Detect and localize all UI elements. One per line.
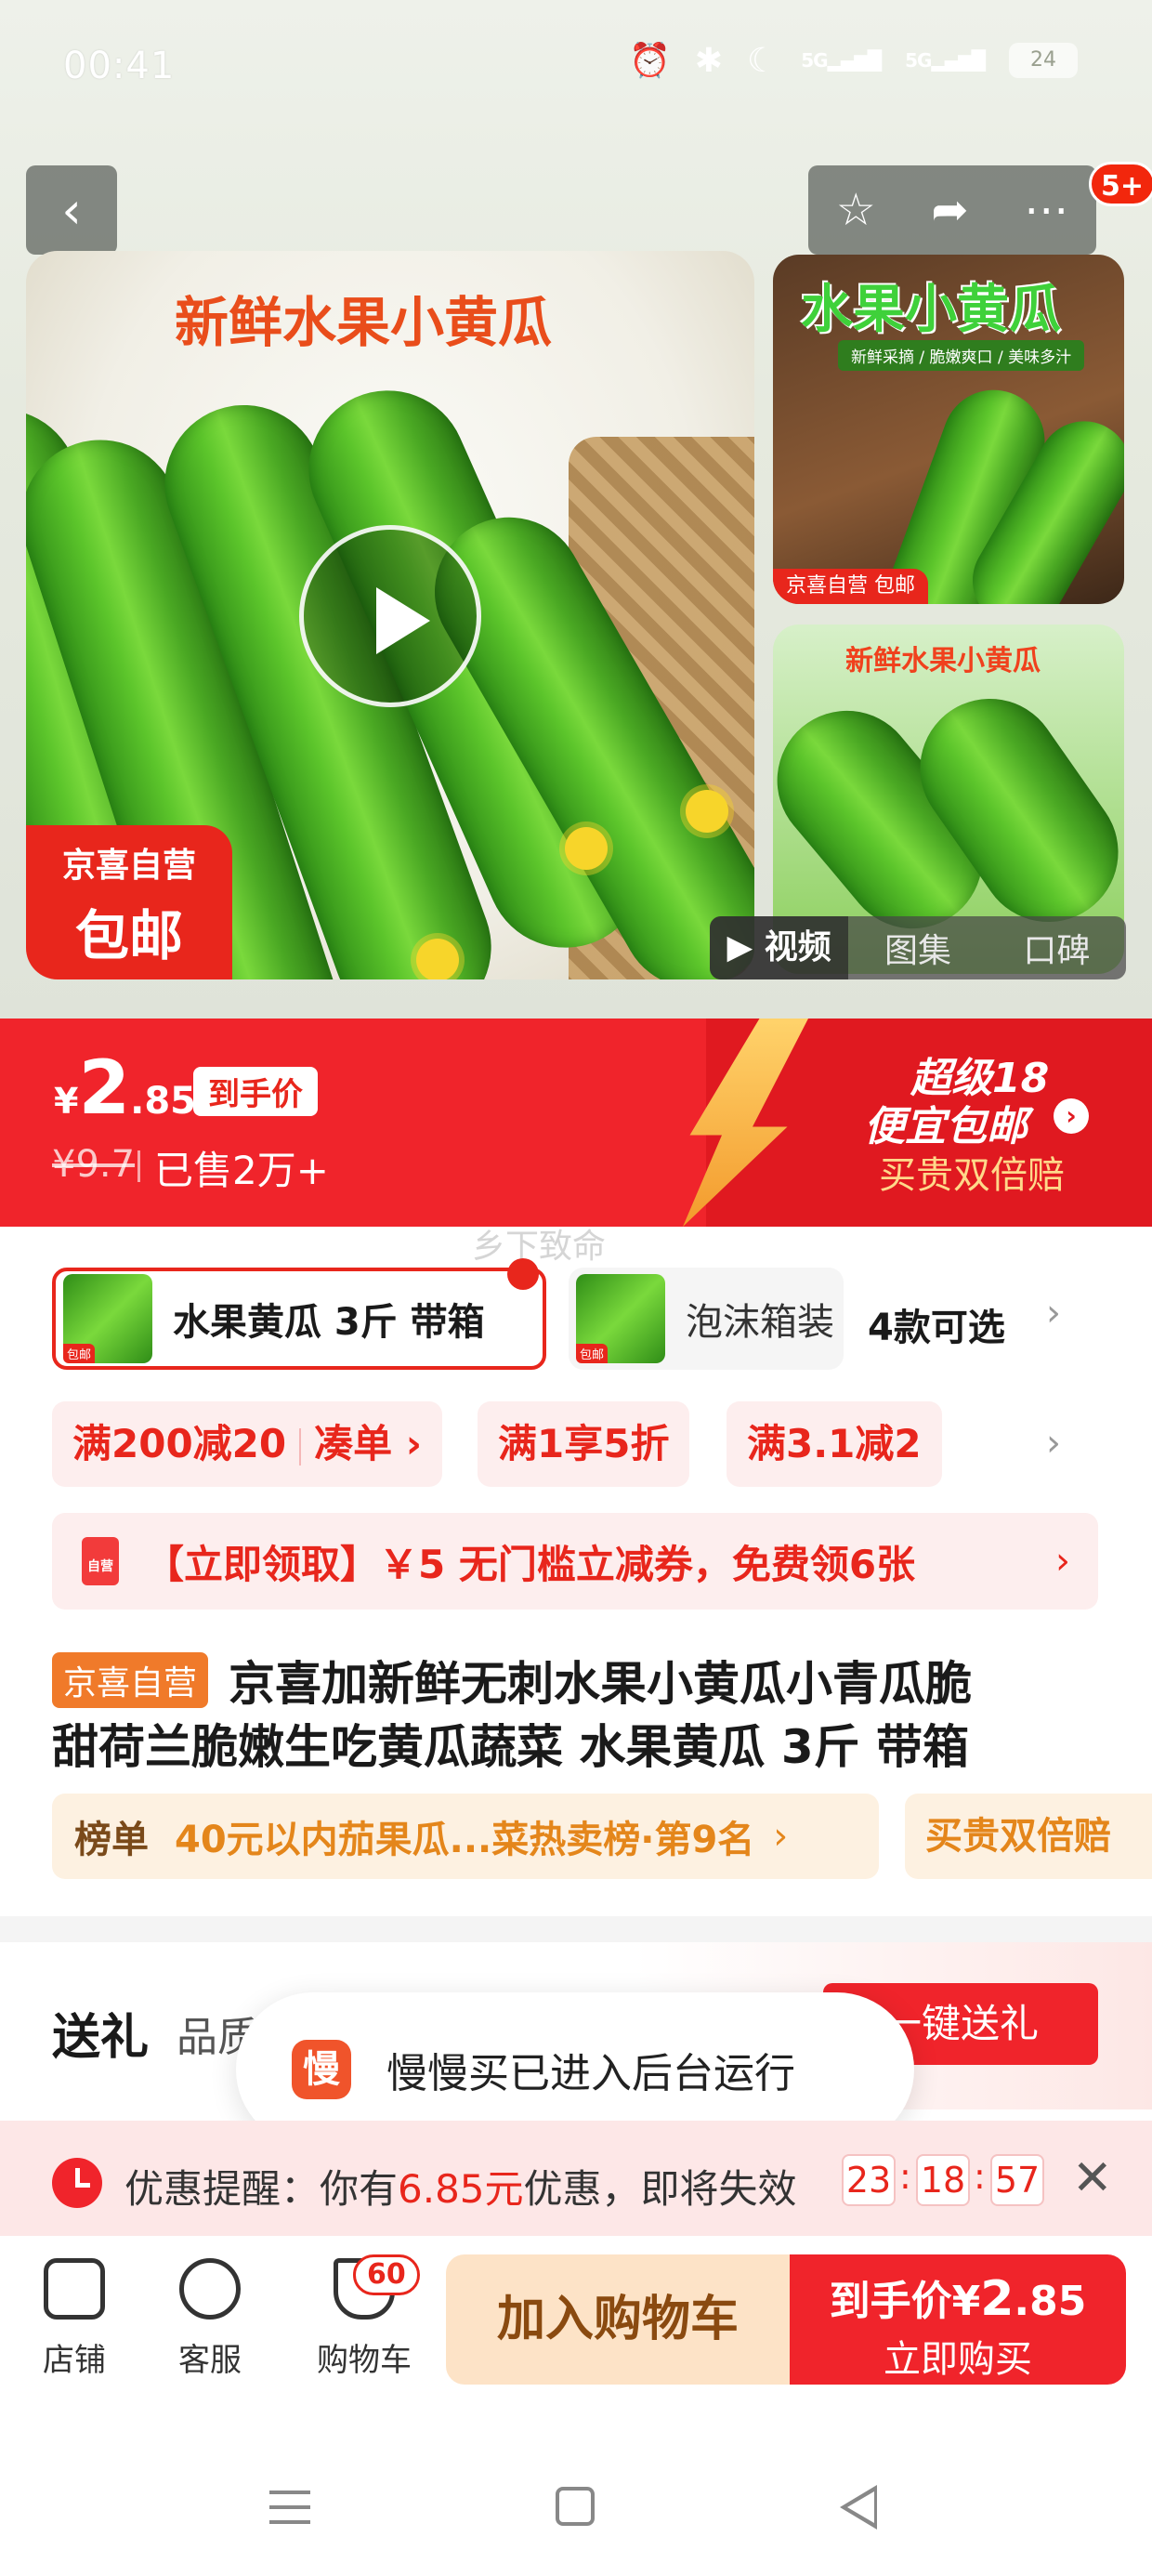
- recent-apps-icon[interactable]: [269, 2491, 310, 2524]
- service-label: 客服: [178, 2342, 242, 2379]
- chevron-right-icon: ›: [773, 1815, 789, 1858]
- tab-reviews[interactable]: 口碑: [988, 924, 1126, 972]
- coupon-text: 【立即领取】￥5 无门槛立减券，免费领6张: [145, 1541, 916, 1587]
- chevron-right-icon[interactable]: ›: [1046, 1422, 1061, 1465]
- promo-pill-discount[interactable]: 满200减20 凑单 ›: [52, 1401, 443, 1487]
- selected-indicator-icon: [507, 1258, 539, 1290]
- variant-label: 水果黄瓜 3斤 带箱: [173, 1301, 485, 1344]
- app-icon: 慢: [292, 2040, 351, 2099]
- promo-text: 满200减20: [72, 1421, 287, 1466]
- signal-5g-icon: 5G▂▄▆█: [801, 49, 882, 72]
- cart-count-badge: 60: [353, 2254, 420, 2295]
- divider: [299, 1427, 302, 1465]
- reminder-text: 优惠提醒：你有6.85元优惠，即将失效: [124, 2166, 797, 2212]
- cheap-free-shipping-label[interactable]: 便宜包邮: [864, 1093, 1028, 1152]
- flower-graphic: [416, 939, 459, 979]
- countdown-minutes: 18: [916, 2154, 970, 2206]
- add-to-cart-button[interactable]: 加入购物车: [446, 2254, 790, 2385]
- chevron-right-icon[interactable]: ›: [1054, 1098, 1089, 1134]
- ranking-label: 榜单: [74, 1819, 149, 1861]
- play-video-button[interactable]: [299, 525, 481, 707]
- tab-video[interactable]: ▶ 视频: [710, 916, 849, 979]
- customer-service-button[interactable]: 客服: [164, 2258, 256, 2380]
- watermark: 乡下致命: [472, 1228, 607, 1266]
- gift-title: 送礼: [52, 2010, 150, 2066]
- price-guarantee-pill[interactable]: 买贵双倍赔: [905, 1794, 1152, 1879]
- thumbnail-1[interactable]: 水果小黄瓜 新鲜采摘 / 脆嫩爽口 / 美味多汁 京喜自营 包邮: [773, 255, 1124, 604]
- original-price: ¥9.7: [52, 1143, 136, 1186]
- coupon-bar[interactable]: 自营 【立即领取】￥5 无门槛立减券，免费领6张 ›: [52, 1513, 1098, 1610]
- price-guarantee-label: 买贵双倍赔: [879, 1154, 1065, 1197]
- add-on-link[interactable]: 凑单 ›: [314, 1421, 422, 1466]
- promo-pill-half-off[interactable]: 满1享5折: [478, 1401, 690, 1487]
- favorite-star-icon[interactable]: ☆: [836, 184, 876, 236]
- coupon-icon: 自营: [82, 1537, 119, 1585]
- share-icon[interactable]: ➦: [931, 184, 968, 236]
- more-icon[interactable]: ⋯: [1024, 184, 1068, 236]
- flower-graphic: [686, 790, 728, 833]
- hand-price-tag: 到手价: [193, 1067, 318, 1116]
- media-tabs: ▶ 视频 图集 口碑: [710, 916, 1126, 979]
- bluetooth-icon: ✱: [694, 41, 723, 80]
- thumbnail-subtitle: 新鲜采摘 / 脆嫩爽口 / 美味多汁: [838, 340, 1085, 371]
- thumbnail-title: 水果小黄瓜: [801, 280, 1061, 340]
- chevron-right-icon: ›: [1055, 1540, 1070, 1583]
- variant-option-selected[interactable]: 水果黄瓜 3斤 带箱: [52, 1268, 546, 1370]
- image-title: 新鲜水果小黄瓜: [175, 291, 553, 354]
- chevron-left-icon: ‹: [61, 180, 82, 240]
- variant-thumbnail: [576, 1274, 665, 1363]
- status-icons: ⏰ ✱ ☾ 5G▂▄▆█ 5G▂▄▆█ 24: [629, 41, 1078, 80]
- back-triangle-icon[interactable]: [840, 2485, 877, 2530]
- smile-chat-icon: [179, 2258, 241, 2320]
- clock-icon: [52, 2158, 102, 2208]
- product-title-line-1: 京喜加新鲜无刺水果小黄瓜小青瓜脆: [229, 1657, 972, 1711]
- message-badge: 5+: [1089, 162, 1152, 206]
- product-title-line-2: 甜荷兰脆嫩生吃黄瓜蔬菜 水果黄瓜 3斤 带箱: [52, 1720, 970, 1774]
- thumbnail-badge: 京喜自营 包邮: [773, 569, 928, 604]
- countdown-separator: :: [899, 2156, 911, 2197]
- countdown-seconds: 57: [990, 2154, 1044, 2206]
- buy-now-button[interactable]: 到手价¥2.85 立即购买: [790, 2254, 1126, 2385]
- buy-price: 到手价¥2.85: [829, 2271, 1087, 2327]
- chevron-right-icon[interactable]: ›: [1046, 1292, 1061, 1334]
- moon-icon: ☾: [746, 41, 778, 80]
- ranking-text: 40元以内茄果瓜...菜热卖榜·第9名: [175, 1819, 755, 1861]
- flower-graphic: [565, 827, 608, 870]
- store-icon: [44, 2258, 105, 2320]
- hand-price: ¥2.85: [54, 1045, 196, 1131]
- sold-count: 已售2万+: [137, 1139, 329, 1196]
- shop-label: 店铺: [43, 2342, 106, 2379]
- countdown-hours: 23: [842, 2154, 896, 2206]
- home-icon[interactable]: [556, 2487, 595, 2526]
- toast-text: 慢慢买已进入后台运行: [386, 2050, 795, 2097]
- buy-now-label: 立即购买: [884, 2338, 1032, 2381]
- cart-label: 购物车: [317, 2342, 412, 2379]
- top-action-group: ☆ ➦ ⋯: [808, 165, 1096, 255]
- tab-gallery[interactable]: 图集: [848, 924, 987, 972]
- shop-button[interactable]: 店铺: [28, 2258, 121, 2380]
- back-button[interactable]: ‹: [26, 165, 117, 255]
- ranking-bar[interactable]: 榜单 40元以内茄果瓜...菜热卖榜·第9名 ›: [52, 1794, 879, 1879]
- thumbnail-title: 新鲜水果小黄瓜: [845, 645, 1041, 677]
- variant-count[interactable]: 4款可选: [868, 1297, 1005, 1351]
- variant-thumbnail: [63, 1274, 152, 1363]
- self-operated-badge: 京喜自营 包邮: [26, 825, 232, 979]
- countdown-separator: :: [974, 2156, 986, 2197]
- variant-label: 泡沫箱装: [686, 1301, 834, 1344]
- battery-icon: 24: [1009, 43, 1078, 78]
- status-time: 00:41: [63, 45, 176, 87]
- self-operated-tag: 京喜自营: [52, 1652, 209, 1708]
- alarm-icon: ⏰: [628, 42, 671, 80]
- close-icon[interactable]: ✕: [1072, 2150, 1113, 2206]
- promo-pill-reduce[interactable]: 满3.1减2: [727, 1401, 942, 1487]
- variant-option[interactable]: 泡沫箱装: [569, 1268, 844, 1370]
- signal-5g-icon-2: 5G▂▄▆█: [905, 49, 986, 72]
- product-detail-page: 00:41 ⏰ ✱ ☾ 5G▂▄▆█ 5G▂▄▆█ 24 ‹ ☆ ➦ ⋯ 5+ …: [0, 0, 1152, 2576]
- section-divider: [0, 1916, 1152, 1942]
